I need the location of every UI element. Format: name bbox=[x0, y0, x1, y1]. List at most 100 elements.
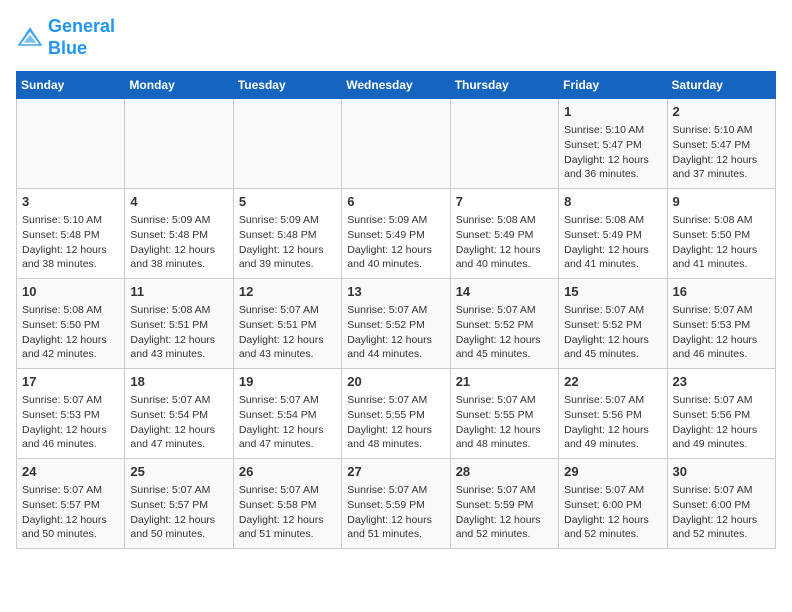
calendar-cell: 7 Sunrise: 5:08 AM Sunset: 5:49 PM Daylig… bbox=[450, 189, 558, 279]
logo-text: General Blue bbox=[48, 16, 115, 59]
day-info: Sunrise: 5:07 AM Sunset: 5:55 PM Dayligh… bbox=[347, 393, 444, 452]
calendar-cell: 24 Sunrise: 5:07 AM Sunset: 5:57 PM Dayli… bbox=[17, 459, 125, 549]
day-number: 10 bbox=[22, 283, 119, 301]
day-number: 14 bbox=[456, 283, 553, 301]
day-number: 11 bbox=[130, 283, 227, 301]
day-info: Sunrise: 5:07 AM Sunset: 5:57 PM Dayligh… bbox=[22, 483, 119, 542]
day-info: Sunrise: 5:08 AM Sunset: 5:49 PM Dayligh… bbox=[564, 213, 661, 272]
calendar-cell bbox=[342, 99, 450, 189]
day-number: 6 bbox=[347, 193, 444, 211]
calendar-week-row: 3Sunrise: 5:10 AM Sunset: 5:48 PM Daylig… bbox=[17, 189, 776, 279]
column-header-thursday: Thursday bbox=[450, 72, 558, 99]
day-info: Sunrise: 5:07 AM Sunset: 5:56 PM Dayligh… bbox=[673, 393, 770, 452]
calendar-cell: 25Sunrise: 5:07 AM Sunset: 5:57 PM Dayli… bbox=[125, 459, 233, 549]
calendar-week-row: 10 Sunrise: 5:08 AM Sunset: 5:50 PM Dayli… bbox=[17, 279, 776, 369]
calendar-cell: 10 Sunrise: 5:08 AM Sunset: 5:50 PM Dayli… bbox=[17, 279, 125, 369]
day-info: Sunrise: 5:07 AM Sunset: 5:58 PM Dayligh… bbox=[239, 483, 336, 542]
day-number: 23 bbox=[673, 373, 770, 391]
day-info: Sunrise: 5:07 AM Sunset: 5:53 PM Dayligh… bbox=[673, 303, 770, 362]
day-number: 22 bbox=[564, 373, 661, 391]
day-number: 16 bbox=[673, 283, 770, 301]
calendar-cell bbox=[17, 99, 125, 189]
calendar-cell: 4 Sunrise: 5:09 AM Sunset: 5:48 PM Daylig… bbox=[125, 189, 233, 279]
day-info: Sunrise: 5:07 AM Sunset: 5:52 PM Dayligh… bbox=[456, 303, 553, 362]
calendar-week-row: 1 Sunrise: 5:10 AM Sunset: 5:47 PM Daylig… bbox=[17, 99, 776, 189]
calendar-cell: 6Sunrise: 5:09 AM Sunset: 5:49 PM Daylig… bbox=[342, 189, 450, 279]
day-info: Sunrise: 5:07 AM Sunset: 5:54 PM Dayligh… bbox=[239, 393, 336, 452]
day-number: 29 bbox=[564, 463, 661, 481]
calendar-cell: 22Sunrise: 5:07 AM Sunset: 5:56 PM Dayli… bbox=[559, 369, 667, 459]
calendar-week-row: 17 Sunrise: 5:07 AM Sunset: 5:53 PM Dayli… bbox=[17, 369, 776, 459]
calendar-cell bbox=[450, 99, 558, 189]
day-number: 8 bbox=[564, 193, 661, 211]
calendar-cell: 15 Sunrise: 5:07 AM Sunset: 5:52 PM Dayli… bbox=[559, 279, 667, 369]
calendar-cell: 3Sunrise: 5:10 AM Sunset: 5:48 PM Daylig… bbox=[17, 189, 125, 279]
day-info: Sunrise: 5:08 AM Sunset: 5:50 PM Dayligh… bbox=[22, 303, 119, 362]
calendar-cell: 29 Sunrise: 5:07 AM Sunset: 6:00 PM Dayli… bbox=[559, 459, 667, 549]
day-info: Sunrise: 5:07 AM Sunset: 5:51 PM Dayligh… bbox=[239, 303, 336, 362]
calendar-cell bbox=[125, 99, 233, 189]
day-info: Sunrise: 5:08 AM Sunset: 5:49 PM Dayligh… bbox=[456, 213, 553, 272]
calendar-week-row: 24 Sunrise: 5:07 AM Sunset: 5:57 PM Dayli… bbox=[17, 459, 776, 549]
column-header-sunday: Sunday bbox=[17, 72, 125, 99]
day-number: 19 bbox=[239, 373, 336, 391]
calendar-cell: 8 Sunrise: 5:08 AM Sunset: 5:49 PM Daylig… bbox=[559, 189, 667, 279]
calendar-cell: 13Sunrise: 5:07 AM Sunset: 5:52 PM Dayli… bbox=[342, 279, 450, 369]
column-header-tuesday: Tuesday bbox=[233, 72, 341, 99]
day-number: 9 bbox=[673, 193, 770, 211]
day-info: Sunrise: 5:07 AM Sunset: 5:52 PM Dayligh… bbox=[564, 303, 661, 362]
page-header: General Blue bbox=[16, 16, 776, 59]
column-header-saturday: Saturday bbox=[667, 72, 775, 99]
day-info: Sunrise: 5:10 AM Sunset: 5:47 PM Dayligh… bbox=[564, 123, 661, 182]
day-info: Sunrise: 5:08 AM Sunset: 5:50 PM Dayligh… bbox=[673, 213, 770, 272]
day-number: 28 bbox=[456, 463, 553, 481]
column-header-monday: Monday bbox=[125, 72, 233, 99]
calendar-cell: 11 Sunrise: 5:08 AM Sunset: 5:51 PM Dayli… bbox=[125, 279, 233, 369]
calendar-cell: 5Sunrise: 5:09 AM Sunset: 5:48 PM Daylig… bbox=[233, 189, 341, 279]
day-info: Sunrise: 5:07 AM Sunset: 6:00 PM Dayligh… bbox=[564, 483, 661, 542]
day-info: Sunrise: 5:10 AM Sunset: 5:47 PM Dayligh… bbox=[673, 123, 770, 182]
day-info: Sunrise: 5:07 AM Sunset: 6:00 PM Dayligh… bbox=[673, 483, 770, 542]
day-number: 2 bbox=[673, 103, 770, 121]
calendar-cell: 12 Sunrise: 5:07 AM Sunset: 5:51 PM Dayli… bbox=[233, 279, 341, 369]
day-number: 1 bbox=[564, 103, 661, 121]
calendar-cell bbox=[233, 99, 341, 189]
calendar-cell: 28 Sunrise: 5:07 AM Sunset: 5:59 PM Dayli… bbox=[450, 459, 558, 549]
calendar-cell: 20Sunrise: 5:07 AM Sunset: 5:55 PM Dayli… bbox=[342, 369, 450, 459]
day-number: 26 bbox=[239, 463, 336, 481]
logo-icon bbox=[16, 24, 44, 52]
column-header-friday: Friday bbox=[559, 72, 667, 99]
day-number: 12 bbox=[239, 283, 336, 301]
day-info: Sunrise: 5:07 AM Sunset: 5:53 PM Dayligh… bbox=[22, 393, 119, 452]
calendar-cell: 26 Sunrise: 5:07 AM Sunset: 5:58 PM Dayli… bbox=[233, 459, 341, 549]
calendar-cell: 30 Sunrise: 5:07 AM Sunset: 6:00 PM Dayli… bbox=[667, 459, 775, 549]
day-number: 24 bbox=[22, 463, 119, 481]
day-info: Sunrise: 5:07 AM Sunset: 5:59 PM Dayligh… bbox=[347, 483, 444, 542]
day-number: 18 bbox=[130, 373, 227, 391]
day-number: 5 bbox=[239, 193, 336, 211]
day-number: 4 bbox=[130, 193, 227, 211]
day-number: 21 bbox=[456, 373, 553, 391]
day-number: 30 bbox=[673, 463, 770, 481]
day-info: Sunrise: 5:10 AM Sunset: 5:48 PM Dayligh… bbox=[22, 213, 119, 272]
day-info: Sunrise: 5:07 AM Sunset: 5:55 PM Dayligh… bbox=[456, 393, 553, 452]
day-number: 17 bbox=[22, 373, 119, 391]
calendar-cell: 9 Sunrise: 5:08 AM Sunset: 5:50 PM Daylig… bbox=[667, 189, 775, 279]
day-number: 25 bbox=[130, 463, 227, 481]
day-info: Sunrise: 5:09 AM Sunset: 5:48 PM Dayligh… bbox=[130, 213, 227, 272]
calendar-table: SundayMondayTuesdayWednesdayThursdayFrid… bbox=[16, 71, 776, 549]
day-info: Sunrise: 5:08 AM Sunset: 5:51 PM Dayligh… bbox=[130, 303, 227, 362]
day-info: Sunrise: 5:07 AM Sunset: 5:59 PM Dayligh… bbox=[456, 483, 553, 542]
calendar-cell: 21 Sunrise: 5:07 AM Sunset: 5:55 PM Dayli… bbox=[450, 369, 558, 459]
calendar-cell: 14 Sunrise: 5:07 AM Sunset: 5:52 PM Dayli… bbox=[450, 279, 558, 369]
day-number: 7 bbox=[456, 193, 553, 211]
day-number: 27 bbox=[347, 463, 444, 481]
calendar-cell: 18 Sunrise: 5:07 AM Sunset: 5:54 PM Dayli… bbox=[125, 369, 233, 459]
calendar-cell: 2 Sunrise: 5:10 AM Sunset: 5:47 PM Daylig… bbox=[667, 99, 775, 189]
day-number: 15 bbox=[564, 283, 661, 301]
calendar-header-row: SundayMondayTuesdayWednesdayThursdayFrid… bbox=[17, 72, 776, 99]
calendar-cell: 17 Sunrise: 5:07 AM Sunset: 5:53 PM Dayli… bbox=[17, 369, 125, 459]
day-info: Sunrise: 5:07 AM Sunset: 5:54 PM Dayligh… bbox=[130, 393, 227, 452]
calendar-cell: 19 Sunrise: 5:07 AM Sunset: 5:54 PM Dayli… bbox=[233, 369, 341, 459]
calendar-cell: 23 Sunrise: 5:07 AM Sunset: 5:56 PM Dayli… bbox=[667, 369, 775, 459]
